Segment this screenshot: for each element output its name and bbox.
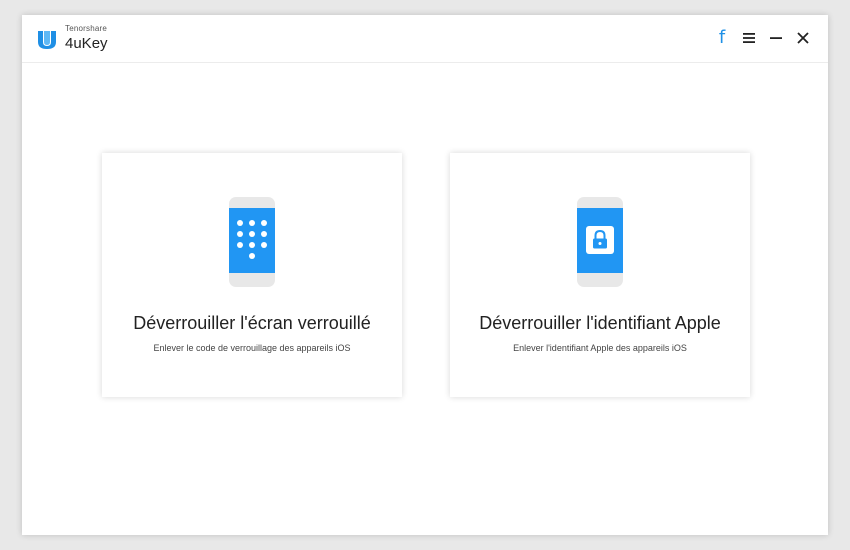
brand-company: Tenorshare bbox=[65, 24, 108, 33]
card-subtitle: Enlever l'identifiant Apple des appareil… bbox=[513, 343, 687, 353]
close-icon[interactable] bbox=[796, 28, 810, 48]
unlock-screen-card[interactable]: Déverrouiller l'écran verrouillé Enlever… bbox=[102, 153, 402, 397]
facebook-icon[interactable]: f bbox=[715, 28, 729, 48]
title-bar: Tenorshare 4uKey f bbox=[22, 15, 828, 63]
phone-lock-icon bbox=[577, 197, 623, 287]
card-subtitle: Enlever le code de verrouillage des appa… bbox=[153, 343, 351, 353]
brand: Tenorshare 4uKey bbox=[65, 24, 108, 52]
main-content: Déverrouiller l'écran verrouillé Enlever… bbox=[22, 63, 828, 535]
window-controls: f bbox=[715, 28, 810, 48]
brand-product: 4uKey bbox=[65, 35, 108, 52]
card-title: Déverrouiller l'écran verrouillé bbox=[133, 313, 371, 333]
app-window: Tenorshare 4uKey f Déverrouiller l'écran… bbox=[22, 15, 828, 535]
unlock-apple-id-card[interactable]: Déverrouiller l'identifiant Apple Enleve… bbox=[450, 153, 750, 397]
menu-icon[interactable] bbox=[742, 28, 756, 48]
card-title: Déverrouiller l'identifiant Apple bbox=[479, 313, 721, 333]
phone-keypad-icon bbox=[229, 197, 275, 287]
tenorshare-logo-icon bbox=[38, 31, 56, 49]
minimize-icon[interactable] bbox=[769, 28, 783, 48]
